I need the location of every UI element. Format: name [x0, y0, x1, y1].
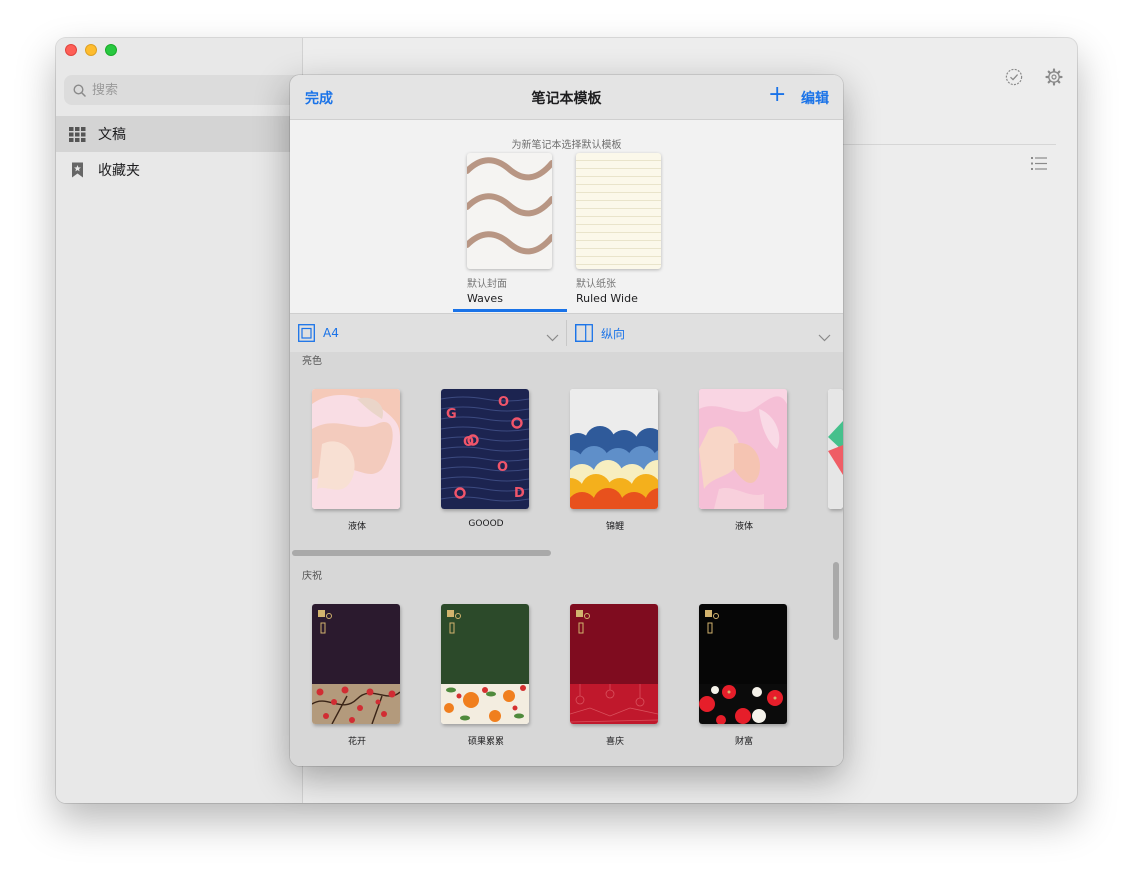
paper-caption: 默认纸张: [576, 279, 616, 290]
template-label: 锦鲤: [605, 522, 624, 532]
dropdown-separator: [566, 320, 567, 346]
orientation-icon: [575, 324, 593, 342]
size-dropdown[interactable]: A4: [298, 314, 566, 352]
template-modal: 笔记本模板 完成 + 编辑 为新笔记本选择默认模板 默认封面 Waves 默认纸…: [290, 75, 843, 766]
checkmark-circle-icon[interactable]: [1005, 68, 1023, 90]
minimize-window-button[interactable]: [85, 44, 97, 56]
template-label: 液体: [734, 522, 753, 532]
waves-cover-thumbnail: [467, 153, 552, 269]
goood-letter: O: [497, 460, 508, 475]
template-label: 财富: [734, 737, 753, 747]
close-window-button[interactable]: [65, 44, 77, 56]
sidebar-item-documents[interactable]: 文稿: [56, 116, 302, 152]
picker-subtitle: 为新笔记本选择默认模板: [511, 140, 622, 151]
template-wealth[interactable]: [699, 604, 787, 724]
template-label: 喜庆: [605, 737, 624, 747]
edit-button[interactable]: 编辑: [801, 88, 829, 108]
bookmark-icon: [68, 162, 86, 178]
template-gallery: 亮色 液体 G O O O D GOOOD 锦鲤 液体 庆祝 花开 硕果累累 喜…: [290, 352, 843, 766]
sidebar-item-label: 文稿: [98, 127, 126, 143]
grid-icon: [68, 126, 86, 142]
modal-title: 笔记本模板: [531, 91, 602, 107]
zoom-window-button[interactable]: [105, 44, 117, 56]
paper-name: Ruled Wide: [576, 292, 638, 305]
goood-letter: G: [446, 407, 457, 422]
template-festive[interactable]: [570, 604, 658, 724]
default-cover-option[interactable]: 默认封面 Waves: [467, 153, 552, 305]
list-icon[interactable]: [1031, 155, 1047, 174]
template-koi[interactable]: [570, 389, 658, 509]
template-label: GOOOD: [468, 519, 504, 529]
template-label: 花开: [347, 737, 366, 747]
ruled-paper-thumbnail: [576, 153, 661, 269]
window-controls: [65, 44, 117, 56]
vertical-scrollbar[interactable]: [833, 562, 839, 640]
chevron-down-icon: [818, 327, 831, 346]
options-bar: A4 纵向: [290, 313, 843, 353]
search-input[interactable]: [90, 81, 274, 99]
sidebar: 文稿 收藏夹: [56, 38, 304, 803]
orientation-dropdown[interactable]: 纵向: [575, 314, 843, 352]
template-liquid-1[interactable]: [312, 389, 400, 509]
main-toolbar: [1005, 68, 1063, 90]
add-template-button[interactable]: +: [768, 83, 786, 107]
divider: [843, 144, 1056, 145]
chevron-down-icon: [546, 327, 559, 346]
section-title-celebration: 庆祝: [302, 571, 322, 582]
template-goood[interactable]: G O O O D: [441, 389, 529, 509]
gear-icon[interactable]: [1045, 68, 1063, 90]
default-template-picker: 为新笔记本选择默认模板 默认封面 Waves 默认纸张 Ruled Wide: [290, 120, 843, 313]
done-button[interactable]: 完成: [305, 88, 333, 108]
template-partial[interactable]: [828, 389, 843, 509]
selected-tab-indicator: [453, 309, 567, 312]
sidebar-item-favorites[interactable]: 收藏夹: [56, 152, 302, 188]
search-icon: [73, 83, 86, 97]
template-blossom[interactable]: [312, 604, 400, 724]
page-size-icon: [298, 324, 315, 342]
orientation-value: 纵向: [601, 326, 626, 341]
goood-letter: D: [514, 486, 525, 501]
default-paper-option[interactable]: 默认纸张 Ruled Wide: [576, 153, 661, 305]
template-liquid-2[interactable]: [699, 389, 787, 509]
section-title-bright: 亮色: [302, 356, 322, 367]
modal-header: 笔记本模板 完成 + 编辑: [290, 75, 843, 120]
sidebar-item-label: 收藏夹: [98, 163, 140, 179]
horizontal-scrollbar[interactable]: [292, 550, 551, 556]
template-label: 硕果累累: [467, 737, 504, 747]
search-field[interactable]: [64, 75, 304, 105]
cover-caption: 默认封面: [467, 279, 507, 290]
cover-name: Waves: [467, 292, 503, 305]
goood-letter: O: [498, 395, 509, 410]
template-label: 液体: [347, 522, 366, 532]
template-fruitful[interactable]: [441, 604, 529, 724]
size-value: A4: [323, 326, 339, 340]
